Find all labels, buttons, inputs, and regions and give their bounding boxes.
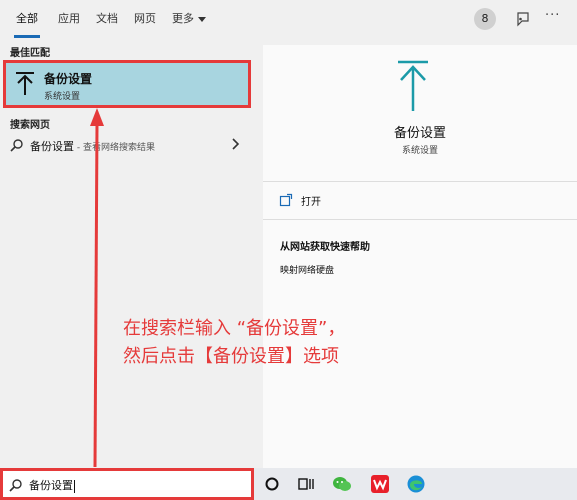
web-result-text: 备份设置 - 查看网络搜索结果: [30, 138, 155, 154]
cortana-icon[interactable]: [262, 474, 282, 494]
annotation-line-2: 然后点击【备份设置】选项: [123, 346, 339, 367]
web-search-result[interactable]: 备份设置 - 查看网络搜索结果: [0, 134, 255, 158]
result-preview-pane: 备份设置 系统设置 打开 从网站获取快速帮助 映射网络硬盘: [263, 45, 577, 468]
open-action[interactable]: 打开: [301, 193, 321, 208]
taskbar: [254, 468, 577, 500]
task-view-icon[interactable]: [296, 474, 316, 494]
chevron-right-icon[interactable]: [230, 137, 240, 151]
preview-subtitle: 系统设置: [401, 146, 438, 156]
help-link-map-drive[interactable]: 映射网络硬盘: [280, 263, 334, 276]
best-match-title: 备份设置: [44, 72, 93, 86]
annotation-line-1: 在搜索栏输入 “备份设置”，: [123, 318, 346, 339]
web-result-suffix: - 查看网络搜索结果: [74, 143, 155, 153]
best-match-subtitle: 系统设置: [44, 92, 81, 102]
search-scope-tabs: 全部 应用 文档 网页 更多 8 ···: [0, 0, 577, 38]
search-input-value: 备份设置: [29, 477, 75, 493]
wechat-icon[interactable]: [332, 474, 352, 494]
best-match-result[interactable]: 备份设置 系统设置: [3, 60, 251, 108]
edge-browser-icon[interactable]: [406, 474, 426, 494]
chevron-down-icon: [198, 16, 206, 22]
preview-title: 备份设置: [393, 126, 446, 141]
tab-more[interactable]: 更多: [172, 0, 206, 38]
tab-documents[interactable]: 文档: [96, 0, 118, 38]
text-cursor: [74, 479, 75, 493]
feedback-icon[interactable]: [514, 10, 532, 28]
open-icon: [279, 193, 293, 207]
divider: [263, 181, 577, 182]
backup-arrow-icon: [16, 72, 34, 95]
quick-help-heading: 从网站获取快速帮助: [280, 242, 370, 253]
best-match-heading: 最佳匹配: [10, 48, 50, 59]
divider: [263, 219, 577, 220]
wps-icon[interactable]: [370, 474, 390, 494]
search-icon: [10, 139, 23, 152]
tab-more-label: 更多: [172, 12, 194, 25]
web-result-query: 备份设置: [30, 140, 74, 153]
search-icon: [9, 479, 22, 492]
more-options-icon[interactable]: ···: [545, 8, 560, 23]
web-search-heading: 搜索网页: [10, 120, 50, 131]
search-query: 备份设置: [29, 479, 73, 492]
tab-apps[interactable]: 应用: [58, 0, 80, 38]
tab-all[interactable]: 全部: [14, 0, 40, 38]
rewards-points-badge[interactable]: 8: [474, 8, 496, 30]
tab-web[interactable]: 网页: [134, 0, 156, 38]
annotation-text: 在搜索栏输入 “备份设置”， 然后点击【备份设置】选项: [123, 315, 345, 371]
backup-arrow-icon: [398, 60, 428, 111]
search-input[interactable]: 备份设置: [0, 468, 254, 500]
